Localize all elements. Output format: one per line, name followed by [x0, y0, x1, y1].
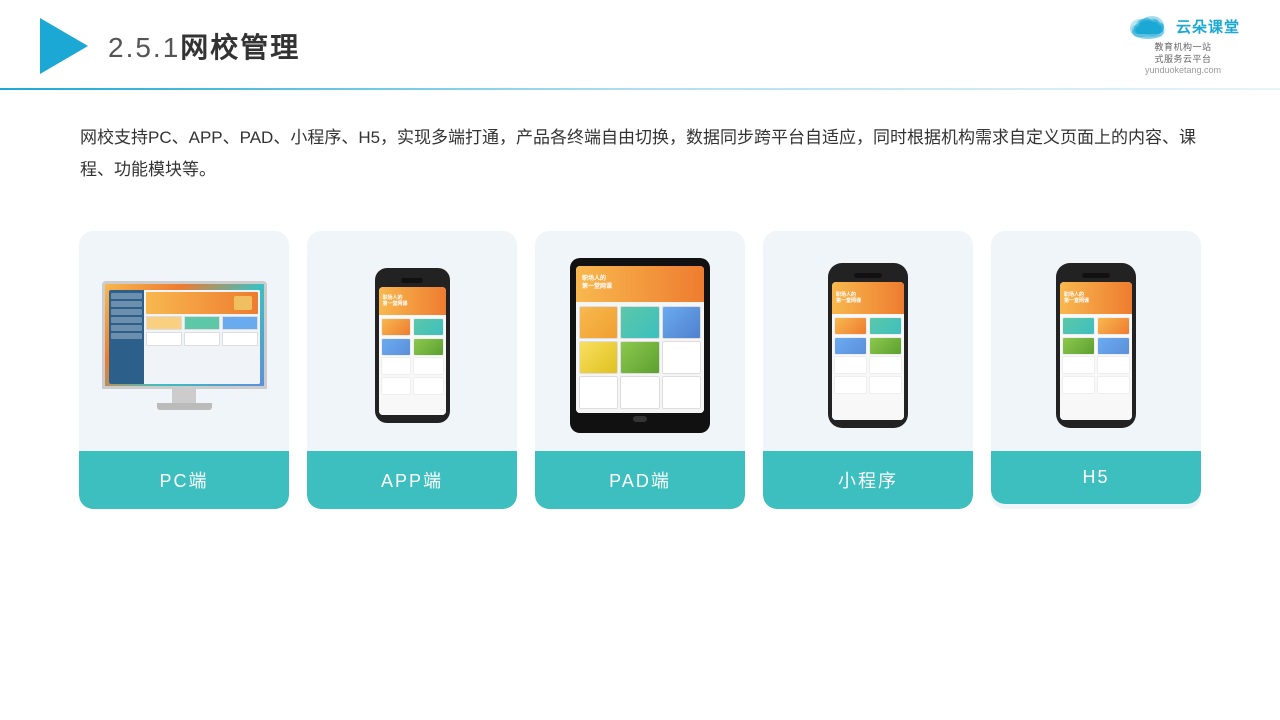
pc-monitor-icon	[102, 281, 267, 410]
card-app-label: APP端	[307, 451, 517, 509]
brand-icon: 云朵课堂	[1126, 12, 1240, 40]
card-pc-label: PC端	[79, 451, 289, 509]
card-pc: PC端	[79, 231, 289, 509]
card-pad-image: 职场人的第一堂网课	[535, 231, 745, 451]
phone-app-icon: 职场人的第一堂网课	[375, 268, 450, 423]
brand-domain: yunduoketang.com	[1145, 65, 1221, 75]
card-h5: 职场人的第一堂网课	[991, 231, 1201, 509]
brand-logo: 云朵课堂 教育机构一站式服务云平台 yunduoketang.com	[1126, 12, 1240, 75]
cloud-icon	[1126, 12, 1170, 40]
page-title: 2.5.1网校管理	[108, 26, 300, 66]
phone-h5-icon: 职场人的第一堂网课	[1056, 263, 1136, 428]
card-pad: 职场人的第一堂网课 PAD端	[535, 231, 745, 509]
tablet-pad-icon: 职场人的第一堂网课	[570, 258, 710, 433]
card-mini-label: 小程序	[763, 451, 973, 509]
card-mini-image: 职场人的第一堂网课	[763, 231, 973, 451]
card-pc-image	[79, 231, 289, 451]
brand-tagline: 教育机构一站式服务云平台	[1154, 42, 1211, 65]
description-text: 网校支持PC、APP、PAD、小程序、H5，实现多端打通，产品各终端自由切换，数…	[0, 90, 1280, 211]
card-h5-image: 职场人的第一堂网课	[991, 231, 1201, 451]
card-h5-label: H5	[991, 451, 1201, 504]
cards-container: PC端 职场人的第一堂网课	[0, 221, 1280, 509]
card-app-image: 职场人的第一堂网课	[307, 231, 517, 451]
header: 2.5.1网校管理 云朵课堂 教育机构一站式服务云平台 yunduoketang…	[0, 0, 1280, 74]
phone-mini-icon: 职场人的第一堂网课	[828, 263, 908, 428]
card-pad-label: PAD端	[535, 451, 745, 509]
card-mini: 职场人的第一堂网课	[763, 231, 973, 509]
brand-name: 云朵课堂	[1176, 16, 1240, 37]
logo-triangle-icon	[40, 18, 88, 74]
card-app: 职场人的第一堂网课	[307, 231, 517, 509]
